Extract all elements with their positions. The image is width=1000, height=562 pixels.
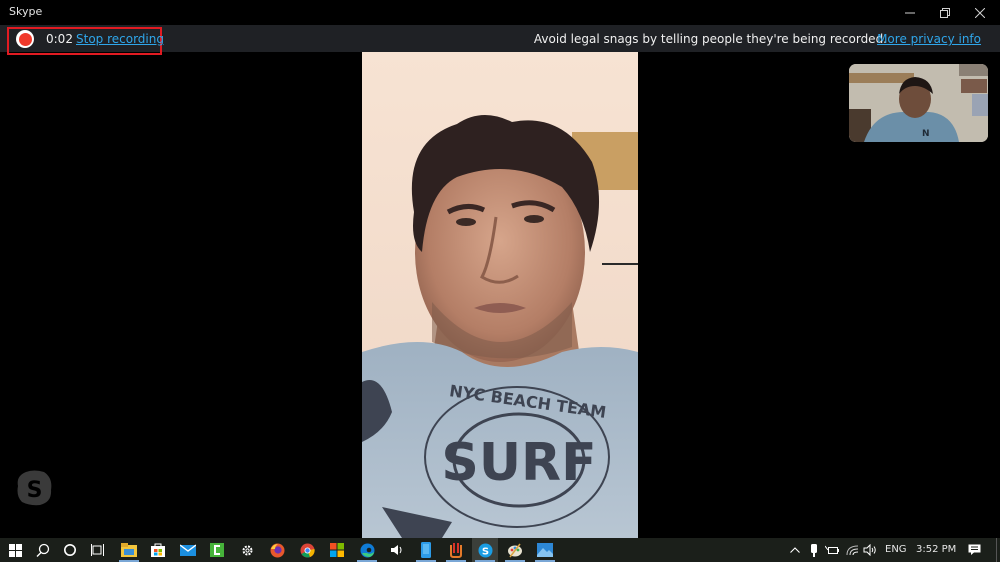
tray-microphone[interactable] (808, 538, 820, 562)
close-icon (975, 7, 985, 18)
store-bag-icon (151, 543, 165, 557)
chevron-up-icon (790, 547, 800, 553)
action-center-icon (968, 544, 980, 555)
office-grid-icon (330, 543, 344, 557)
cortana-circle-icon (64, 544, 76, 556)
chrome-icon (300, 543, 315, 557)
show-desktop-button[interactable] (996, 538, 997, 562)
taskbar-app-archive[interactable] (443, 538, 469, 562)
volume-icon (863, 544, 876, 556)
svg-text:S: S (27, 478, 43, 503)
restore-icon (940, 7, 950, 18)
taskbar-app-chrome[interactable] (294, 538, 320, 562)
archive-icon (450, 543, 462, 558)
taskbar-app-settings[interactable] (234, 538, 260, 562)
camtasia-icon (210, 543, 224, 557)
tray-wifi[interactable] (845, 538, 859, 562)
taskbar-app-microsoft-store[interactable] (145, 538, 171, 562)
taskbar-app-paint[interactable] (502, 538, 528, 562)
restore-button[interactable] (928, 0, 962, 25)
firefox-icon (270, 543, 284, 557)
taskbar-app-volume[interactable] (384, 538, 410, 562)
shirt-text-surf: SURF (441, 433, 596, 493)
edge-icon (360, 543, 374, 557)
app-title: Skype (9, 5, 43, 18)
taskbar-app-skype[interactable]: S (472, 538, 498, 562)
recording-privacy-notice: Avoid legal snags by telling people they… (533, 32, 887, 46)
wifi-icon (846, 545, 858, 555)
start-button[interactable] (2, 538, 28, 562)
title-bar: Skype (0, 0, 1000, 25)
tray-clock[interactable]: 3:52 PM (916, 544, 956, 555)
mail-envelope-icon (180, 544, 196, 556)
action-center-button[interactable] (965, 538, 983, 562)
folder-icon (121, 543, 137, 557)
show-hidden-icons-button[interactable] (788, 538, 802, 562)
recording-indicator-icon (16, 30, 34, 48)
skype-icon: S (478, 543, 492, 557)
remote-video-feed[interactable]: SURF NYC BEACH TEAM (362, 52, 638, 538)
self-view-frame: N (849, 64, 988, 142)
svg-text:N: N (922, 129, 930, 139)
phone-icon (421, 542, 431, 558)
battery-icon (825, 545, 839, 554)
windows-logo-icon (8, 543, 22, 557)
more-privacy-info-link[interactable]: More privacy info (877, 32, 981, 46)
tray-volume[interactable] (862, 538, 878, 562)
task-view-icon (91, 544, 104, 556)
search-button[interactable] (30, 538, 56, 562)
cortana-button[interactable] (57, 538, 83, 562)
self-view-video[interactable]: N (849, 64, 988, 142)
tray-battery[interactable] (824, 538, 840, 562)
taskbar-app-mail[interactable] (175, 538, 201, 562)
search-icon (36, 543, 50, 557)
skype-watermark-icon: S (17, 470, 52, 506)
task-view-button[interactable] (85, 538, 111, 562)
microphone-icon (811, 543, 817, 557)
tray-language[interactable]: ENG (885, 544, 907, 555)
taskbar-app-edge[interactable] (354, 538, 380, 562)
taskbar-app-office[interactable] (324, 538, 350, 562)
speaker-icon (391, 545, 402, 555)
minimize-icon (905, 12, 915, 13)
taskbar-app-firefox[interactable] (264, 538, 290, 562)
photos-icon (537, 543, 553, 557)
taskbar-app-phone[interactable] (413, 538, 439, 562)
paint-palette-icon (508, 543, 522, 557)
taskbar-app-camtasia[interactable] (204, 538, 230, 562)
svg-text:S: S (481, 546, 488, 557)
taskbar-app-file-explorer[interactable] (116, 538, 142, 562)
close-button[interactable] (963, 0, 997, 25)
gear-icon (242, 545, 252, 555)
taskbar-app-photos[interactable] (532, 538, 558, 562)
recording-elapsed-time: 0:02 (46, 32, 73, 46)
remote-video-frame: SURF NYC BEACH TEAM (362, 52, 638, 538)
minimize-button[interactable] (893, 0, 927, 25)
stop-recording-link[interactable]: Stop recording (76, 32, 164, 46)
